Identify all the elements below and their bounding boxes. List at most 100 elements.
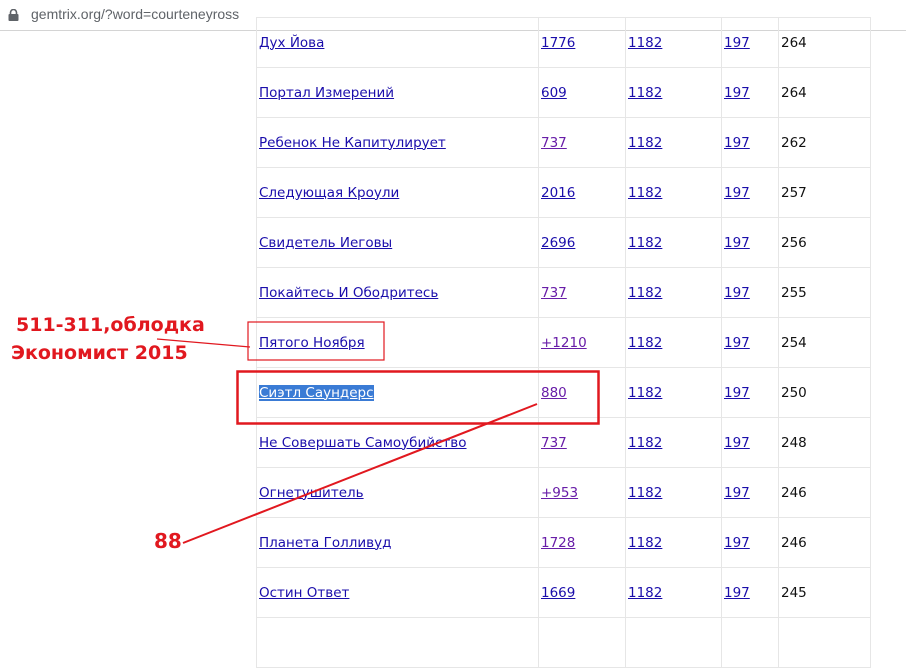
table-cell: 737 <box>538 117 626 168</box>
value2-link[interactable]: 1182 <box>628 185 662 201</box>
table-cell: 197 <box>721 467 779 518</box>
table-cell: Свидетель Иеговы <box>256 217 539 268</box>
value1-link[interactable]: +1210 <box>541 335 587 351</box>
table-cell: Ребенок Не Капитулирует <box>256 117 539 168</box>
value3-link[interactable]: 197 <box>724 85 750 101</box>
value3-link[interactable]: 197 <box>724 185 750 201</box>
value3-link[interactable]: 197 <box>724 235 750 251</box>
table-cell: 1182 <box>625 67 722 118</box>
table-row: Не Совершать Самоубийство 737 1182 197 248 <box>256 417 871 468</box>
value4-text: 262 <box>781 134 807 151</box>
lock-icon <box>8 9 19 21</box>
table-cell: 264 <box>778 17 871 68</box>
value2-link[interactable]: 1182 <box>628 135 662 151</box>
table-row: Сиэтл Саундерс 880 1182 197 250 <box>256 367 871 418</box>
table-cell: 264 <box>778 67 871 118</box>
table-cell: 197 <box>721 117 779 168</box>
value4-text: 246 <box>781 534 807 551</box>
value3-link[interactable]: 197 <box>724 335 750 351</box>
table-cell: 1182 <box>625 317 722 368</box>
value3-link[interactable]: 197 <box>724 535 750 551</box>
table-cell: 256 <box>778 217 871 268</box>
value4-text: 250 <box>781 384 807 401</box>
phrase-link[interactable]: Пятого Ноября <box>259 335 365 351</box>
value4-text: 254 <box>781 334 807 351</box>
table-cell <box>778 617 871 668</box>
value2-link[interactable]: 1182 <box>628 35 662 51</box>
table-cell: 880 <box>538 367 626 418</box>
results-table: Дух Йова 1776 1182 197 264 Портал Измерений 60… <box>256 17 871 668</box>
value3-link[interactable]: 197 <box>724 285 750 301</box>
url-text[interactable]: gemtrix.org/?word=courteneyross <box>31 6 239 22</box>
value3-link[interactable]: 197 <box>724 435 750 451</box>
value1-link[interactable]: 1728 <box>541 535 575 551</box>
table-cell: Остин Ответ <box>256 567 539 618</box>
value1-link[interactable]: 737 <box>541 285 567 301</box>
table-row: Остин Ответ 1669 1182 197 245 <box>256 567 871 618</box>
value2-link[interactable]: 1182 <box>628 285 662 301</box>
value1-link[interactable]: 737 <box>541 135 567 151</box>
phrase-link[interactable]: Остин Ответ <box>259 585 349 601</box>
table-cell: 2016 <box>538 167 626 218</box>
value3-link[interactable]: 197 <box>724 585 750 601</box>
value1-link[interactable]: 1669 <box>541 585 575 601</box>
phrase-link[interactable]: Ребенок Не Капитулирует <box>259 135 446 151</box>
value4-text: 256 <box>781 234 807 251</box>
table-cell: 197 <box>721 317 779 368</box>
annotation-note-line2: Экономист 2015 <box>11 342 188 364</box>
phrase-link[interactable]: Свидетель Иеговы <box>259 235 392 251</box>
phrase-link[interactable]: Дух Йова <box>259 35 324 51</box>
table-cell: 250 <box>778 367 871 418</box>
table-cell: 1182 <box>625 567 722 618</box>
table-cell: 1182 <box>625 467 722 518</box>
phrase-link[interactable]: Сиэтл Саундерс <box>259 384 374 401</box>
table-cell: 1182 <box>625 417 722 468</box>
value2-link[interactable]: 1182 <box>628 535 662 551</box>
table-cell <box>625 617 722 668</box>
value3-link[interactable]: 197 <box>724 485 750 501</box>
table-cell: Портал Измерений <box>256 67 539 118</box>
value2-link[interactable]: 1182 <box>628 235 662 251</box>
phrase-link[interactable]: Огнетушитель <box>259 485 364 501</box>
value4-text: 257 <box>781 184 807 201</box>
table-cell: 1182 <box>625 517 722 568</box>
value2-link[interactable]: 1182 <box>628 435 662 451</box>
value3-link[interactable]: 197 <box>724 135 750 151</box>
table-cell: 1182 <box>625 217 722 268</box>
annotation-88: 88 <box>154 529 182 553</box>
value2-link[interactable]: 1182 <box>628 85 662 101</box>
value1-link[interactable]: 880 <box>541 385 567 401</box>
value1-link[interactable]: 2696 <box>541 235 575 251</box>
value1-link[interactable]: 2016 <box>541 185 575 201</box>
value2-link[interactable]: 1182 <box>628 585 662 601</box>
phrase-link[interactable]: Портал Измерений <box>259 85 394 101</box>
phrase-link[interactable]: Следующая Кроули <box>259 185 399 201</box>
table-row: Планета Голливуд 1728 1182 197 246 <box>256 517 871 568</box>
value3-link[interactable]: 197 <box>724 385 750 401</box>
value3-link[interactable]: 197 <box>724 35 750 51</box>
table-cell <box>538 617 626 668</box>
table-cell: 1182 <box>625 367 722 418</box>
phrase-link[interactable]: Планета Голливуд <box>259 535 391 551</box>
table-cell: 2696 <box>538 217 626 268</box>
value4-text: 264 <box>781 34 807 51</box>
value2-link[interactable]: 1182 <box>628 385 662 401</box>
phrase-link[interactable]: Покайтесь И Ободритесь <box>259 285 438 301</box>
table-cell: 197 <box>721 17 779 68</box>
value2-link[interactable]: 1182 <box>628 335 662 351</box>
table-cell: 197 <box>721 67 779 118</box>
table-cell: 197 <box>721 267 779 318</box>
value1-link[interactable]: 609 <box>541 85 567 101</box>
table-cell: Сиэтл Саундерс <box>256 367 539 418</box>
table-cell: 262 <box>778 117 871 168</box>
table-cell: 257 <box>778 167 871 218</box>
value2-link[interactable]: 1182 <box>628 485 662 501</box>
phrase-link[interactable]: Не Совершать Самоубийство <box>259 435 467 451</box>
value1-link[interactable]: 737 <box>541 435 567 451</box>
table-row: Портал Измерений 609 1182 197 264 <box>256 67 871 118</box>
value1-link[interactable]: +953 <box>541 485 578 501</box>
table-cell: 197 <box>721 167 779 218</box>
value4-text: 255 <box>781 284 807 301</box>
table-cell: Дух Йова <box>256 17 539 68</box>
value1-link[interactable]: 1776 <box>541 35 575 51</box>
